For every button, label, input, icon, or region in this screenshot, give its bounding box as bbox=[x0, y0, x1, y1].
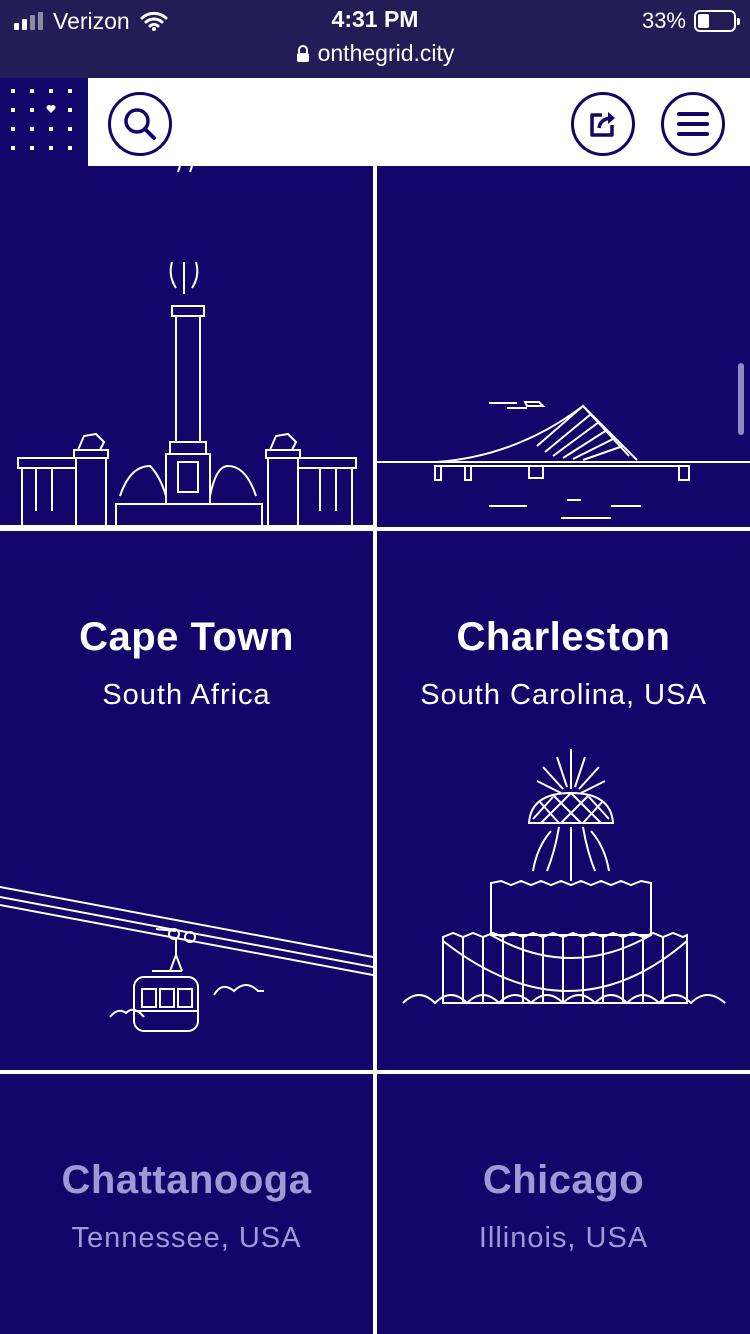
monument-icon bbox=[0, 166, 373, 527]
battery-icon bbox=[694, 10, 740, 32]
city-tile-previous-right[interactable] bbox=[377, 166, 750, 527]
city-tile-cape-town[interactable]: Cape Town South Africa bbox=[0, 531, 373, 1070]
city-name: Chicago bbox=[482, 1158, 645, 1202]
address-bar[interactable]: onthegrid.city bbox=[0, 40, 750, 67]
menu-icon bbox=[677, 112, 709, 136]
city-tile-charleston[interactable]: Charleston South Carolina, USA bbox=[377, 531, 750, 1070]
city-tile-previous-left[interactable] bbox=[0, 166, 373, 527]
status-bar: Verizon 4:31 PM 33% onthegrid.city bbox=[0, 0, 750, 78]
share-icon bbox=[590, 112, 615, 137]
city-name: Chattanooga bbox=[61, 1158, 312, 1202]
menu-button[interactable] bbox=[661, 92, 725, 156]
search-button[interactable] bbox=[108, 92, 172, 156]
city-tile-chicago[interactable]: Chicago Illinois, USA bbox=[377, 1074, 750, 1334]
lock-icon bbox=[296, 44, 309, 62]
status-right: 33% bbox=[641, 8, 740, 34]
battery-percent: 33% bbox=[641, 8, 686, 33]
pineapple-fountain-icon bbox=[402, 749, 726, 1005]
scrollbar[interactable] bbox=[738, 363, 744, 435]
search-icon bbox=[124, 108, 156, 140]
clock: 4:31 PM bbox=[331, 6, 419, 32]
cable-car-icon bbox=[0, 886, 373, 1032]
url-text: onthegrid.city bbox=[317, 40, 455, 66]
city-region: Illinois, USA bbox=[478, 1222, 649, 1254]
grid-logo-icon bbox=[11, 89, 72, 150]
share-button[interactable] bbox=[571, 92, 635, 156]
city-grid: Cape Town South Africa Charleston South … bbox=[0, 166, 750, 1334]
bridge-icon bbox=[377, 401, 750, 519]
city-region: Tennessee, USA bbox=[71, 1222, 302, 1254]
site-logo[interactable] bbox=[0, 78, 88, 166]
top-nav bbox=[0, 78, 750, 166]
city-tile-chattanooga[interactable]: Chattanooga Tennessee, USA bbox=[0, 1074, 373, 1334]
